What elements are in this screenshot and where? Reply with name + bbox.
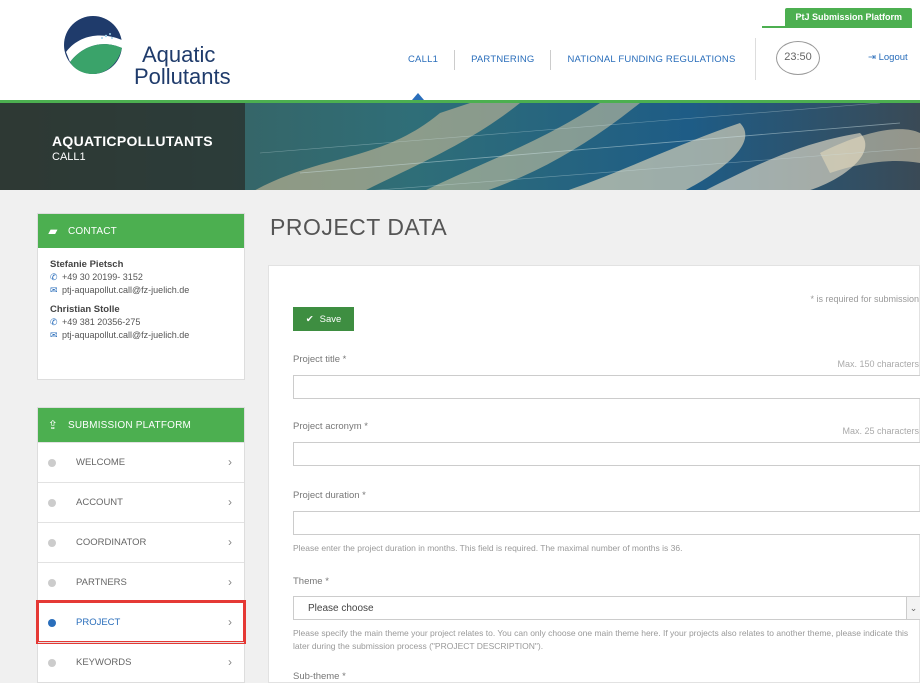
upload-icon: ⇪	[47, 418, 59, 432]
menu-item-partners[interactable]: PARTNERS ›	[38, 562, 244, 602]
contact-body: Stefanie Pietsch ✆ +49 30 20199- 3152 ✉ …	[38, 248, 244, 352]
nav-item-funding-regulations[interactable]: NATIONAL FUNDING REGULATIONS	[551, 50, 751, 70]
project-acronym-label: Project acronym *	[293, 421, 368, 432]
menu-item-coordinator[interactable]: COORDINATOR ›	[38, 522, 244, 562]
save-label: Save	[319, 313, 342, 325]
menu-item-label: ACCOUNT	[76, 497, 123, 508]
project-acronym-hint: Max. 25 characters	[842, 426, 919, 436]
save-button[interactable]: ✔ Save	[293, 307, 354, 331]
subtheme-label: Sub-theme *	[293, 671, 346, 682]
chevron-right-icon: ›	[228, 655, 232, 669]
submission-menu-card: ⇪ SUBMISSION PLATFORM WELCOME › ACCOUNT …	[36, 407, 246, 683]
call-banner: AQUATICPOLLUTANTS CALL1	[0, 100, 920, 190]
logo-word-pollutants: Pollutants	[134, 64, 231, 89]
contact-phone-row: ✆ +49 381 20356-275	[50, 316, 232, 329]
theme-select[interactable]: Please choose ⌄	[293, 596, 920, 620]
platform-tab-underline	[762, 26, 912, 28]
contact-heading: CONTACT	[68, 225, 117, 237]
project-duration-help: Please enter the project duration in mon…	[293, 543, 683, 553]
project-duration-input[interactable]	[293, 511, 920, 535]
logout-link[interactable]: ⇥ Logout	[868, 52, 908, 63]
status-dot-icon	[48, 578, 56, 587]
nav-item-partnering[interactable]: PARTNERING	[455, 50, 552, 70]
status-dot-icon	[48, 618, 56, 627]
phone-icon: ✆	[50, 272, 58, 282]
nav-item-call1[interactable]: CALL1	[392, 50, 456, 70]
menu-item-label: WELCOME	[76, 457, 126, 468]
contact-email[interactable]: ptj-aquapollut.call@fz-juelich.de	[62, 284, 189, 297]
logo[interactable]: Aquatic Pollutants	[62, 14, 232, 90]
project-acronym-input[interactable]	[293, 442, 920, 466]
menu-item-project[interactable]: PROJECT ›	[36, 600, 246, 644]
theme-help: Please specify the main theme your proje…	[293, 628, 909, 651]
banner-title: AQUATICPOLLUTANTS	[52, 133, 213, 149]
nav-active-caret-icon	[412, 93, 424, 100]
contact-phone[interactable]: +49 381 20356-275	[62, 316, 140, 329]
phone-icon: ✆	[50, 317, 58, 327]
menu-item-label: COORDINATOR	[76, 537, 147, 548]
banner-subtitle: CALL1	[52, 151, 86, 163]
theme-selected-value: Please choose	[308, 602, 374, 614]
page-title: PROJECT DATA	[270, 214, 448, 240]
chevron-right-icon: ›	[228, 535, 232, 549]
session-timer: 23:50	[776, 41, 820, 75]
mail-icon: ✉	[50, 330, 58, 340]
contact-phone-row: ✆ +49 30 20199- 3152	[50, 271, 232, 284]
platform-tab[interactable]: PtJ Submission Platform	[785, 8, 912, 26]
submission-heading: SUBMISSION PLATFORM	[68, 419, 192, 431]
contact-card: ▰ CONTACT Stefanie Pietsch ✆ +49 30 2019…	[37, 213, 245, 380]
logout-icon: ⇥	[868, 52, 876, 63]
status-dot-icon	[48, 538, 56, 547]
status-dot-icon	[48, 658, 56, 667]
project-duration-label: Project duration *	[293, 490, 366, 501]
contact-name: Christian Stolle	[50, 304, 120, 315]
contact-card-header: ▰ CONTACT	[38, 214, 244, 248]
chevron-right-icon: ›	[228, 495, 232, 509]
project-form-panel: * is required for submission ✔ Save Proj…	[268, 265, 920, 683]
site-header: PtJ Submission Platform Aquatic Pollutan…	[0, 0, 920, 100]
menu-item-account[interactable]: ACCOUNT ›	[38, 482, 244, 522]
menu-item-label: KEYWORDS	[76, 657, 132, 668]
chevron-right-icon: ›	[228, 575, 232, 589]
contact-name: Stefanie Pietsch	[50, 259, 124, 270]
menu-item-welcome[interactable]: WELCOME ›	[38, 442, 244, 482]
logout-label: Logout	[878, 52, 908, 63]
status-dot-icon	[48, 498, 56, 507]
chevron-right-icon: ›	[228, 615, 232, 629]
project-title-label: Project title *	[293, 354, 347, 365]
logo-wave-icon	[64, 16, 122, 74]
chevron-right-icon: ›	[228, 455, 232, 469]
project-title-input[interactable]	[293, 375, 920, 399]
menu-item-label: PROJECT	[76, 617, 121, 628]
contact-email-row: ✉ ptj-aquapollut.call@fz-juelich.de	[50, 284, 232, 297]
header-divider	[755, 38, 756, 80]
required-note: * is required for submission	[810, 294, 919, 304]
submission-card-header: ⇪ SUBMISSION PLATFORM	[38, 408, 244, 442]
mail-icon: ✉	[50, 285, 58, 295]
menu-item-label: PARTNERS	[76, 577, 127, 588]
check-icon: ✔	[305, 313, 314, 325]
main-nav: CALL1 PARTNERING NATIONAL FUNDING REGULA…	[392, 50, 751, 70]
contact-phone[interactable]: +49 30 20199- 3152	[62, 271, 143, 284]
project-title-hint: Max. 150 characters	[837, 359, 919, 369]
contact-email-row: ✉ ptj-aquapollut.call@fz-juelich.de	[50, 329, 232, 342]
theme-label: Theme *	[293, 576, 329, 587]
contact-email[interactable]: ptj-aquapollut.call@fz-juelich.de	[62, 329, 189, 342]
chevron-down-icon: ⌄	[906, 597, 920, 619]
chat-icon: ▰	[48, 224, 58, 238]
menu-item-keywords[interactable]: KEYWORDS ›	[38, 642, 244, 682]
status-dot-icon	[48, 458, 56, 467]
